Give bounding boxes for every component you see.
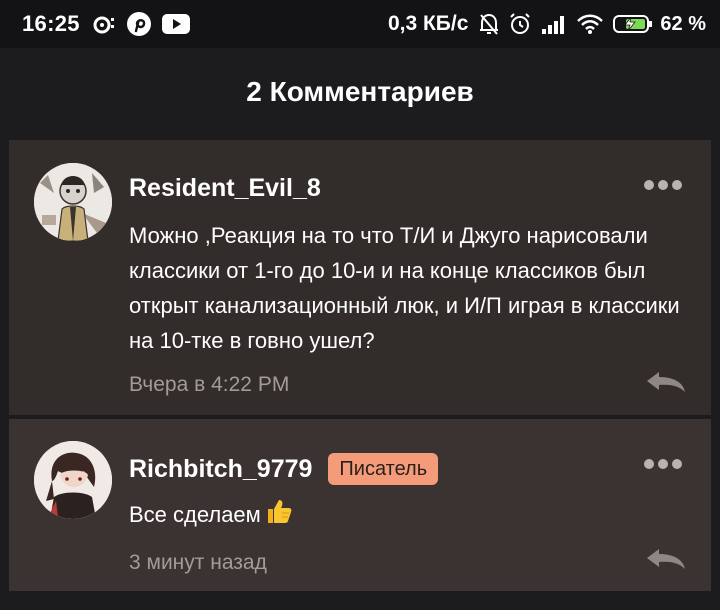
avatar[interactable] bbox=[34, 441, 112, 519]
comments-header: 2 Комментариев bbox=[0, 48, 720, 136]
comment-text-content: Все сделаем bbox=[129, 502, 261, 527]
author-row: Richbitch_9779 Писатель bbox=[129, 453, 439, 485]
mute-bell-icon bbox=[478, 12, 500, 36]
cellular-signal-icon bbox=[540, 13, 568, 35]
status-left: 16:25 bbox=[22, 0, 190, 48]
alarm-icon bbox=[508, 12, 532, 36]
more-dots-icon[interactable] bbox=[643, 178, 683, 192]
thumbs-up-icon bbox=[265, 497, 293, 535]
reply-icon[interactable] bbox=[645, 547, 687, 571]
comment-item[interactable]: Richbitch_9779 Писатель Все сделаем 3 ми… bbox=[9, 419, 711, 591]
status-right: 0,3 КБ/с 62 % bbox=[388, 0, 706, 48]
author-name[interactable]: Resident_Evil_8 bbox=[129, 174, 321, 203]
comment-timestamp: Вчера в 4:22 PM bbox=[129, 373, 290, 396]
more-dots-icon[interactable] bbox=[643, 457, 683, 471]
wifi-icon bbox=[576, 13, 604, 35]
comment-timestamp: 3 минут назад bbox=[129, 551, 267, 574]
comment-text: Можно ,Реакция на то что Т/И и Джуго нар… bbox=[129, 223, 680, 353]
battery-charging-icon bbox=[612, 13, 654, 35]
youtube-icon bbox=[161, 13, 190, 35]
comment-text: Все сделаем bbox=[129, 497, 689, 535]
status-time: 16:25 bbox=[22, 11, 80, 36]
avatar[interactable] bbox=[34, 163, 112, 241]
comment-item[interactable]: Resident_Evil_8 Можно ,Реакция на то что… bbox=[9, 140, 711, 415]
reply-icon[interactable] bbox=[645, 370, 687, 394]
notification-dots-icon bbox=[92, 12, 118, 36]
writer-badge: Писатель bbox=[328, 453, 439, 485]
battery-percent: 62 % bbox=[660, 12, 706, 35]
author-name[interactable]: Richbitch_9779 bbox=[129, 455, 312, 484]
pinterest-icon bbox=[126, 11, 152, 37]
author-row: Resident_Evil_8 bbox=[129, 174, 321, 203]
page-title: 2 Комментариев bbox=[246, 76, 474, 107]
status-bar: 16:25 0,3 КБ/с 62 % bbox=[0, 0, 720, 48]
network-speed: 0,3 КБ/с bbox=[387, 12, 469, 35]
